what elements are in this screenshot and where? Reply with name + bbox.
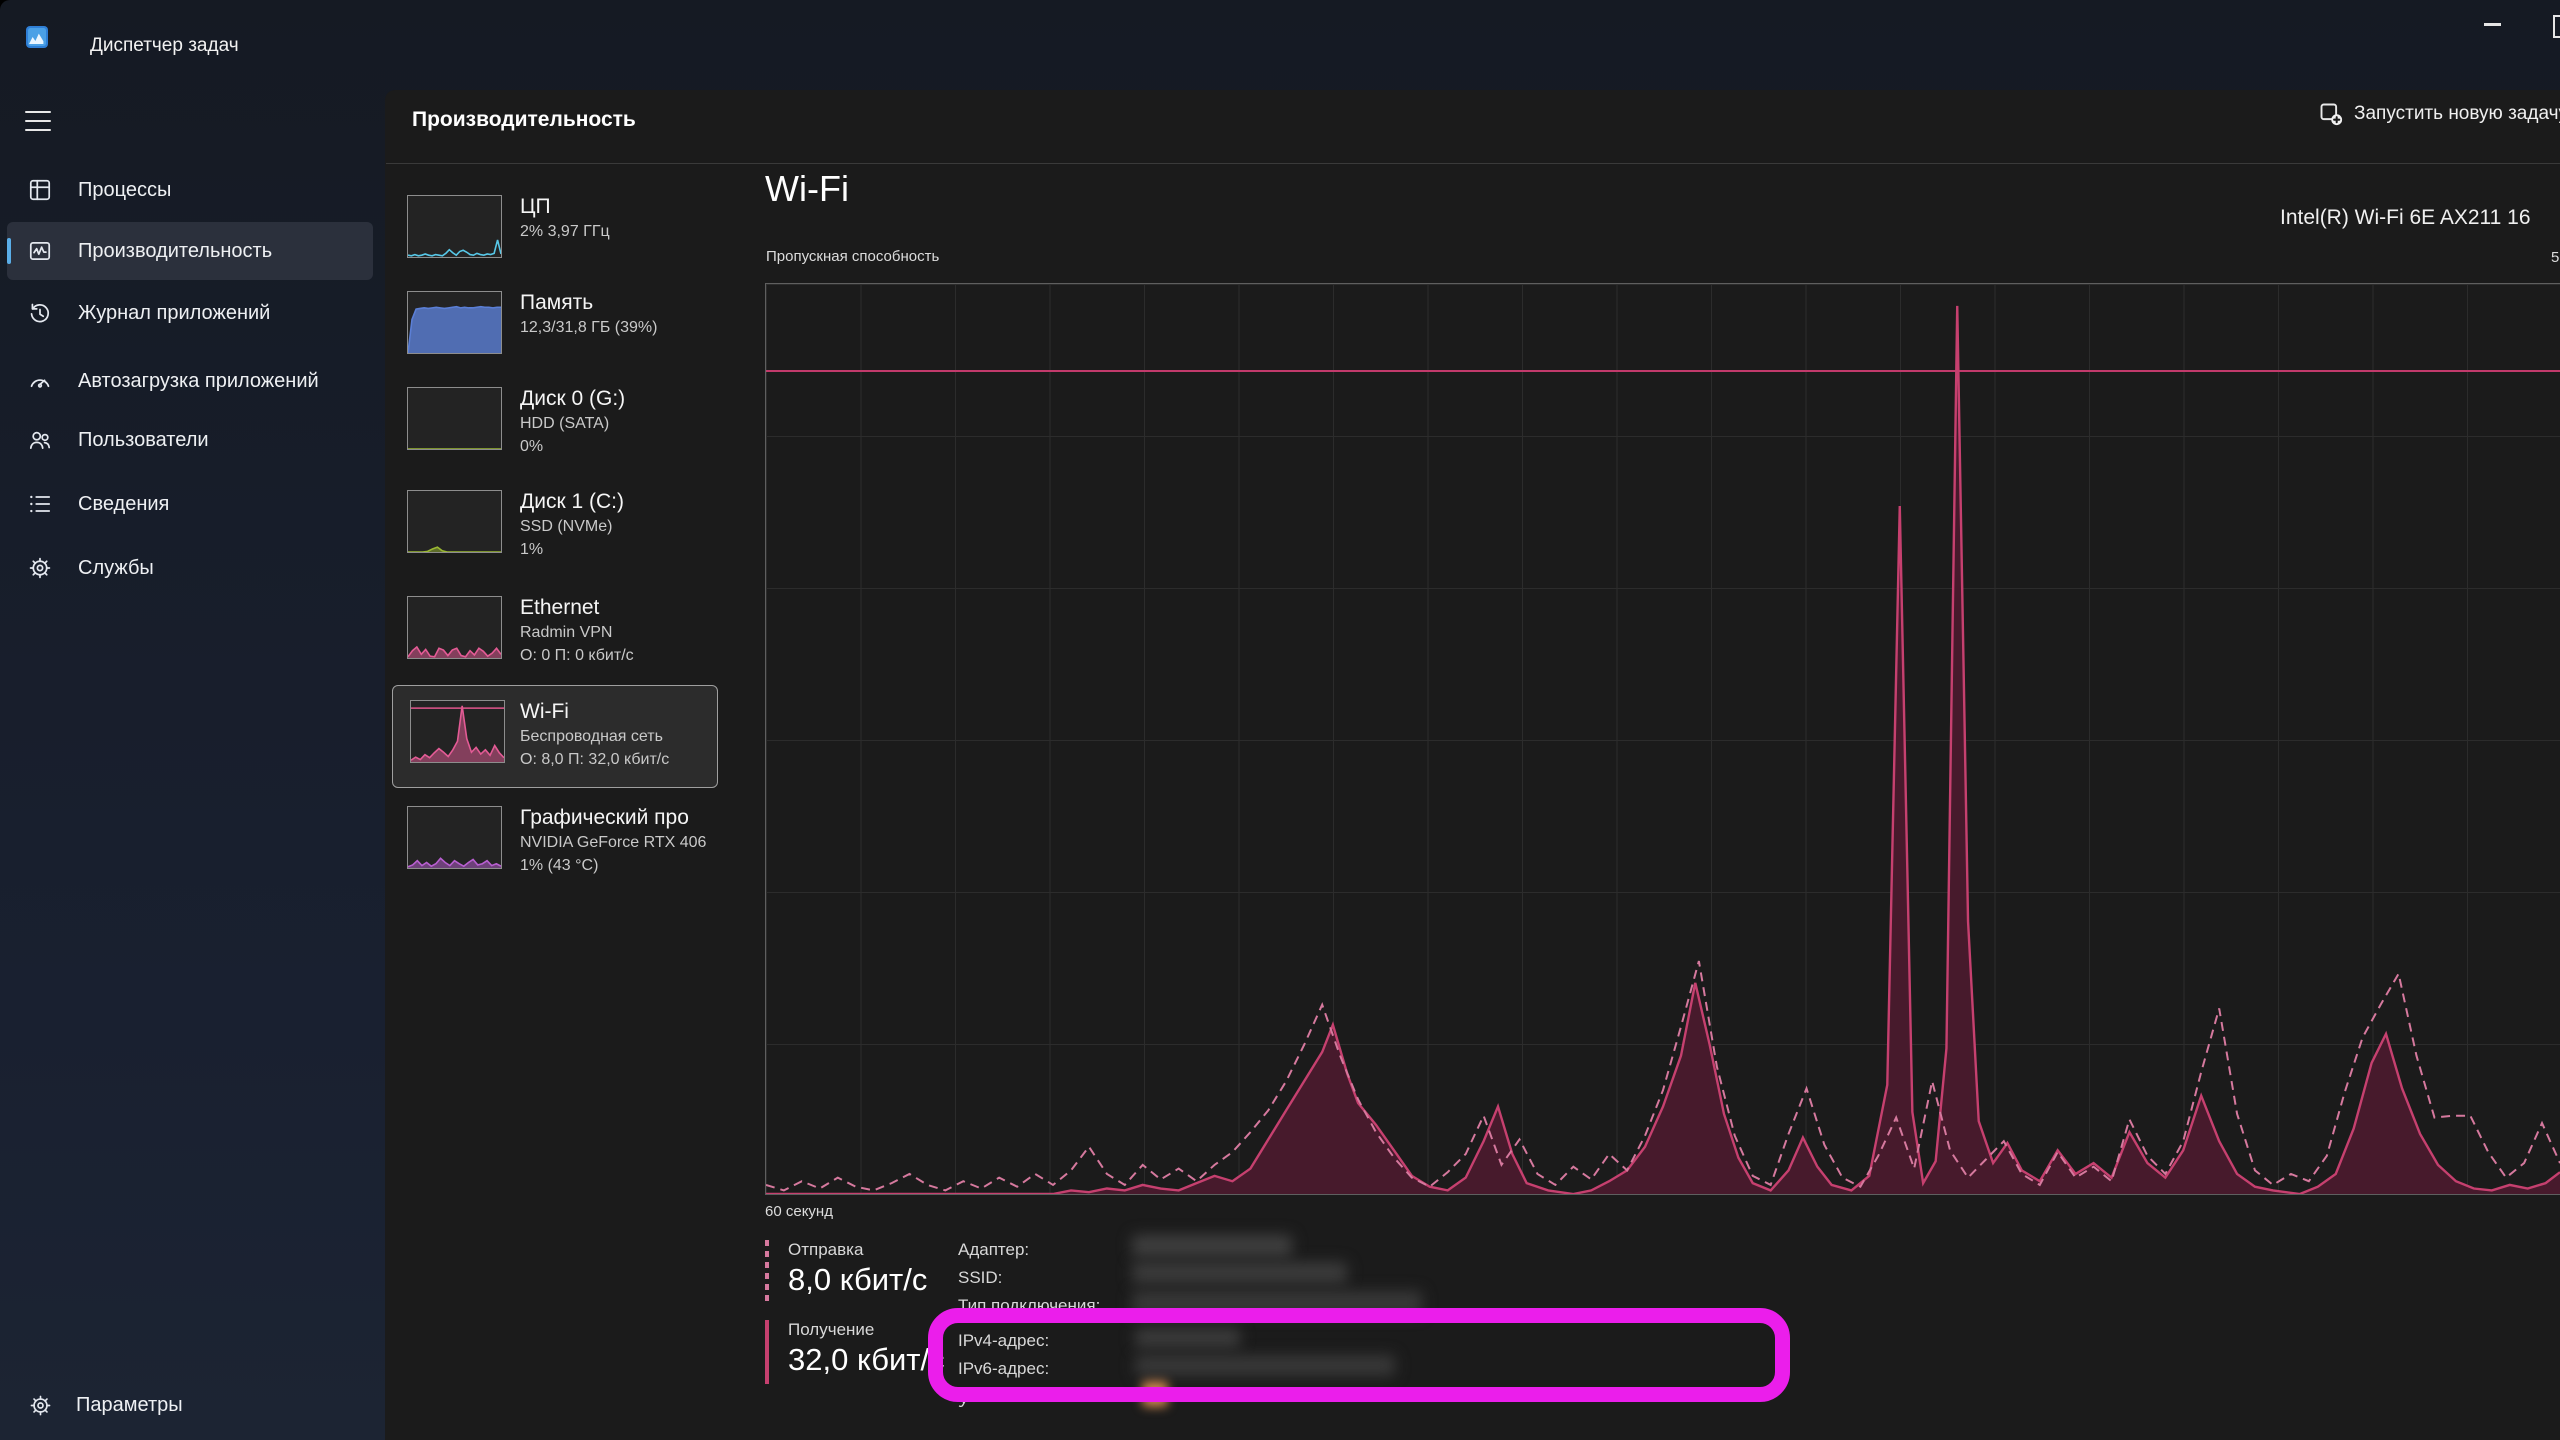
settings-gear-icon [28, 1393, 53, 1418]
detail-label: Адаптер: [958, 1240, 1029, 1260]
sidebar-item-settings[interactable]: Параметры [0, 1386, 385, 1426]
perf-item-name: Ethernet [520, 596, 746, 620]
perf-item-detail: HDD (SATA) [520, 415, 746, 433]
perf-item-minichart [407, 387, 502, 450]
sidebar-item-label: Журнал приложений [78, 298, 358, 328]
section-title: Wi-Fi [765, 168, 849, 210]
sidebar-item-label: Сведения [78, 489, 358, 519]
perf-item-name: Графический про [520, 806, 746, 830]
run-new-task-label: Запустить новую задачу [2354, 103, 2560, 125]
sidebar-item-performance[interactable]: Производительность [0, 222, 385, 280]
send-legend-swatch [765, 1240, 769, 1302]
highlight-annotation [928, 1308, 1790, 1402]
redacted-value [1132, 1235, 1292, 1257]
minimize-icon[interactable] [2484, 23, 2501, 26]
perf-item-minichart [407, 596, 502, 659]
perf-item-detail: NVIDIA GeForce RTX 406 [520, 834, 746, 852]
detail-label: SSID: [958, 1268, 1002, 1288]
task-manager-window: Диспетчер задач Процессы Производительнос… [0, 0, 2560, 1440]
throughput-chart [765, 283, 2560, 1195]
hamburger-icon[interactable] [24, 108, 52, 134]
page-title: Производительность [412, 108, 636, 132]
perf-item-detail: 12,3/31,8 ГБ (39%) [520, 319, 746, 337]
chart-caption: Пропускная способность [766, 248, 939, 265]
send-value: 8,0 кбит/с [788, 1262, 927, 1298]
header-divider [386, 163, 2560, 164]
perf-item-detail: О: 0 П: 0 кбит/с [520, 647, 746, 665]
time-axis-label: 60 секунд [765, 1203, 833, 1220]
sidebar-item-app-history[interactable]: Журнал приложений [0, 293, 385, 333]
perf-item-detail: 0% [520, 438, 746, 456]
sidebar-item-label: Службы [78, 553, 358, 583]
perf-item-detail: Беспроводная сеть [520, 728, 746, 746]
send-legend-label: Отправка [788, 1240, 863, 1260]
sidebar-item-label: Производительность [78, 236, 358, 266]
sidebar-item-label: Пользователи [78, 425, 358, 455]
perf-item-minichart [410, 700, 505, 763]
sidebar-item-label: Процессы [78, 175, 358, 205]
perf-item-name: ЦП [520, 195, 746, 219]
perf-item-detail: SSD (NVMe) [520, 518, 746, 536]
processes-grid-icon [27, 177, 53, 203]
sidebar-item-processes[interactable]: Процессы [0, 170, 385, 210]
sidebar-item-users[interactable]: Пользователи [0, 420, 385, 460]
perf-item-name: Диск 0 (G:) [520, 387, 746, 411]
perf-item-detail: 1% (43 °C) [520, 857, 746, 875]
throughput-series [766, 284, 2560, 1194]
receive-legend-swatch [765, 1320, 769, 1384]
receive-value: 32,0 кбит/с [788, 1342, 945, 1378]
performance-pulse-icon [27, 238, 53, 264]
history-clock-icon [27, 300, 53, 326]
perf-item-minichart [407, 806, 502, 869]
sidebar-item-services[interactable]: Службы [0, 548, 385, 588]
perf-item-detail: 1% [520, 541, 746, 559]
perf-item-name: Диск 1 (C:) [520, 490, 746, 514]
perf-item-name: Wi-Fi [520, 700, 746, 724]
redacted-value [1132, 1262, 1347, 1284]
perf-item-detail: 2% 3,97 ГГц [520, 223, 746, 241]
perf-item-minichart [407, 195, 502, 258]
run-new-task-button[interactable]: Запустить новую задачу [2317, 100, 2560, 127]
users-icon [27, 427, 53, 453]
screen: Диспетчер задач Процессы Производительнос… [0, 0, 2560, 1440]
startup-gauge-icon [27, 368, 53, 394]
perf-item-minichart [407, 291, 502, 354]
new-task-icon [2317, 100, 2344, 127]
adapter-name: Intel(R) Wi-Fi 6E AX211 16 [2280, 206, 2531, 230]
receive-legend-label: Получение [788, 1320, 874, 1340]
perf-item-name: Память [520, 291, 746, 315]
task-manager-logo [25, 25, 49, 49]
perf-item-detail: О: 8,0 П: 32,0 кбит/с [520, 751, 746, 769]
window-title: Диспетчер задач [90, 35, 239, 57]
sidebar-item-label: Параметры [76, 1394, 183, 1417]
scale-max-label: 50 [2551, 249, 2560, 266]
sidebar-item-details[interactable]: Сведения [0, 484, 385, 524]
services-gear-icon [27, 555, 53, 581]
sidebar-item-startup[interactable]: Автозагрузка приложений [0, 350, 385, 412]
maximize-icon[interactable] [2553, 15, 2560, 38]
perf-item-minichart [407, 490, 502, 553]
details-list-icon [27, 491, 53, 517]
perf-item-detail: Radmin VPN [520, 624, 746, 642]
sidebar-item-label: Автозагрузка приложений [78, 366, 358, 396]
